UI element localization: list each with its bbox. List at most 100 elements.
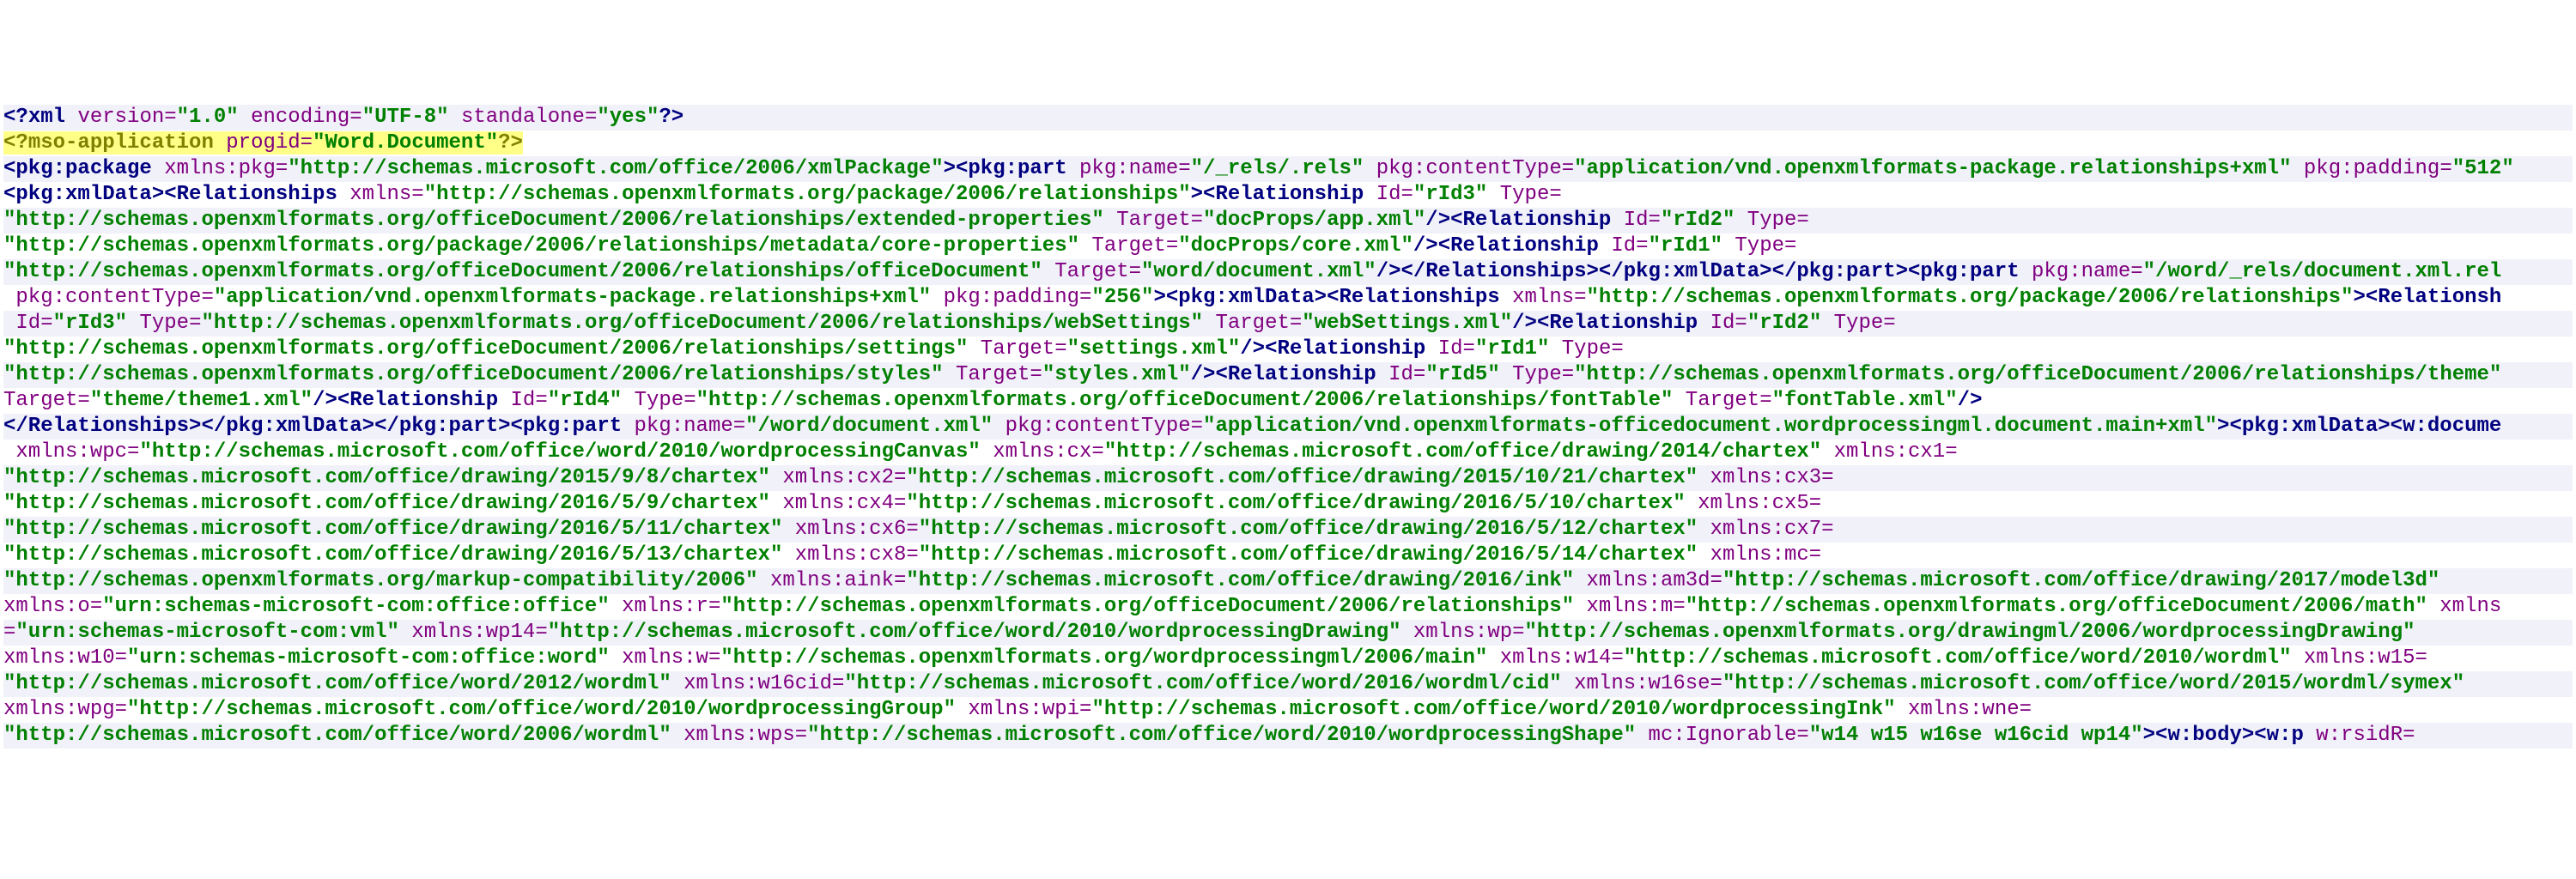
tok-21-1: "http://schemas.microsoft.com/office/wor…: [127, 698, 956, 721]
tok-14-3: "http://schemas.microsoft.com/office/dra…: [919, 518, 1698, 541]
tok-5-8: xmlns=: [1512, 286, 1586, 309]
tok-9-5: "rId4": [548, 389, 622, 412]
tok-6-1: Id=: [15, 312, 52, 335]
tok-22-7: ><w:body><w:p: [2143, 724, 2304, 747]
tok-2-6: Id=: [1624, 209, 1661, 232]
tok-10-7: ><pkg:xmlData><w:docume: [2217, 415, 2501, 438]
xml-line: "http://schemas.microsoft.com/office/wor…: [3, 723, 2573, 749]
tok-9-12: />: [1958, 389, 1983, 412]
tok-0-10: "application/vnd.openxmlformats-package.…: [1574, 157, 2291, 180]
tok-7-9: Type=: [1562, 337, 1624, 361]
tok-12-3: "http://schemas.microsoft.com/office/dra…: [906, 466, 1698, 489]
tok-15-3: "http://schemas.microsoft.com/office/dra…: [919, 543, 1698, 567]
tok-16-5: xmlns:am3d=: [1587, 569, 1722, 592]
tok-9-4: Id=: [511, 389, 548, 412]
tok-12-0: "http://schemas.microsoft.com/office/dra…: [3, 466, 770, 489]
xml-line: "http://schemas.openxmlformats.org/offic…: [3, 208, 2573, 233]
tok-6-4: Type=: [139, 312, 201, 335]
tok-13-5: xmlns:cx5=: [1698, 492, 1821, 515]
xml-line: "http://schemas.microsoft.com/office/dra…: [3, 491, 2573, 517]
tok-5-2: "application/vnd.openxmlformats-package.…: [214, 286, 931, 309]
xml-line: xmlns:wpc="http://schemas.microsoft.com/…: [3, 440, 2573, 465]
attr-name-1: encoding=: [251, 106, 362, 129]
tok-11-2: "http://schemas.microsoft.com/office/wor…: [139, 440, 980, 464]
tok-11-5: "http://schemas.microsoft.com/office/dra…: [1104, 440, 1821, 464]
tok-5-4: pkg:padding=: [944, 286, 1092, 309]
tok-12-5: xmlns:cx3=: [1710, 466, 1834, 489]
tok-7-4: /><Relationship: [1240, 337, 1425, 361]
tok-21-3: xmlns:wpi=: [968, 698, 1091, 721]
tok-19-6: xmlns:w14=: [1500, 646, 1624, 670]
tok-0-0: <pkg:package: [3, 157, 152, 180]
tok-6-2: "rId3": [53, 312, 127, 335]
tok-17-7: "http://schemas.openxmlformats.org/offic…: [1686, 595, 2427, 618]
tok-8-3: "styles.xml": [1042, 363, 1191, 386]
tok-3-3: "docProps/core.xml": [1178, 234, 1413, 258]
tok-9-7: Type=: [635, 389, 696, 412]
tok-8-4: /><Relationship: [1191, 363, 1376, 386]
tok-7-2: Target=: [981, 337, 1067, 361]
tok-14-5: xmlns:cx7=: [1710, 518, 1834, 541]
tok-17-9: xmlns: [2439, 595, 2501, 618]
attr-val-0: "1.0": [177, 106, 239, 129]
tok-5-9: "http://schemas.openxmlformats.org/packa…: [1587, 286, 2354, 309]
tok-0-2: xmlns:pkg=: [164, 157, 288, 180]
tok-7-6: Id=: [1438, 337, 1475, 361]
tok-6-8: "webSettings.xml": [1302, 312, 1512, 335]
tok-6-5: "http://schemas.openxmlformats.org/offic…: [201, 312, 1203, 335]
xml-source-view[interactable]: <?xml version="1.0" encoding="UTF-8" sta…: [3, 105, 2573, 749]
tok-8-7: "rId5": [1425, 363, 1499, 386]
tok-0-13: "512": [2452, 157, 2514, 180]
tok-3-2: Target=: [1091, 234, 1178, 258]
xml-line: <pkg:package xmlns:pkg="http://schemas.m…: [3, 156, 2573, 182]
tok-11-1: xmlns:wpc=: [15, 440, 139, 464]
tok-19-7: "http://schemas.microsoft.com/office/wor…: [1624, 646, 2292, 670]
xml-line: pkg:contentType="application/vnd.openxml…: [3, 285, 2573, 311]
tok-16-2: xmlns:aink=: [770, 569, 906, 592]
tok-1-6: Id=: [1376, 183, 1413, 206]
xml-declaration-line: <?xml version="1.0" encoding="UTF-8" sta…: [3, 105, 2573, 130]
tok-22-6: "w14 w15 w16se w16cid wp14": [1809, 724, 2143, 747]
tok-12-2: xmlns:cx2=: [782, 466, 906, 489]
tok-1-7: "rId3": [1413, 183, 1487, 206]
tok-10-2: pkg:name=: [635, 415, 746, 438]
tok-5-10: ><Relationsh: [2353, 286, 2501, 309]
tok-22-2: xmlns:wps=: [683, 724, 807, 747]
tok-20-6: "http://schemas.microsoft.com/office/wor…: [1722, 672, 2464, 695]
tok-2-3: "docProps/app.xml": [1203, 209, 1425, 232]
xml-line: "http://schemas.microsoft.com/office/dra…: [3, 543, 2573, 568]
tok-14-0: "http://schemas.microsoft.com/office/dra…: [3, 518, 782, 541]
tok-7-3: "settings.xml": [1067, 337, 1241, 361]
xml-line: "http://schemas.microsoft.com/office/dra…: [3, 465, 2573, 491]
tok-9-10: Target=: [1686, 389, 1772, 412]
tok-10-5: pkg:contentType=: [1005, 415, 1203, 438]
pi-open: <?: [3, 106, 28, 129]
tok-7-0: "http://schemas.openxmlformats.org/offic…: [3, 337, 968, 361]
attr-val-2: "yes": [597, 106, 659, 129]
tok-18-1: "urn:schemas-microsoft-com:vml": [15, 621, 398, 644]
tok-0-6: pkg:name=: [1079, 157, 1191, 180]
xml-line: Id="rId3" Type="http://schemas.openxmlfo…: [3, 311, 2573, 336]
tok-10-6: "application/vnd.openxmlformats-officedo…: [1203, 415, 2217, 438]
tok-15-5: xmlns:mc=: [1710, 543, 1822, 567]
tok-10-0: </Relationships></pkg:xmlData></pkg:part…: [3, 415, 622, 438]
tok-2-2: Target=: [1116, 209, 1203, 232]
xml-line: "http://schemas.openxmlformats.org/offic…: [3, 259, 2573, 285]
tok-11-4: xmlns:cx=: [993, 440, 1104, 464]
tok-15-0: "http://schemas.microsoft.com/office/dra…: [3, 543, 782, 567]
tok-1-3: "http://schemas.openxmlformats.org/packa…: [424, 183, 1191, 206]
xml-line: "http://schemas.openxmlformats.org/packa…: [3, 233, 2573, 259]
tok-21-4: "http://schemas.microsoft.com/office/wor…: [1091, 698, 1895, 721]
tok-22-3: "http://schemas.microsoft.com/office/wor…: [807, 724, 1636, 747]
tok-0-3: "http://schemas.microsoft.com/office/200…: [288, 157, 943, 180]
tok-5-5: "256": [1091, 286, 1153, 309]
attr-name-2: standalone=: [461, 106, 597, 129]
tok-5-6: ><pkg:xmlData><Relationships: [1153, 286, 1499, 309]
tok-2-7: "rId2": [1661, 209, 1735, 232]
tok-9-1: "theme/theme1.xml": [90, 389, 313, 412]
tok-8-10: "http://schemas.openxmlformats.org/offic…: [1574, 363, 2501, 386]
xml-line: "http://schemas.microsoft.com/office/dra…: [3, 517, 2573, 543]
tok-9-11: "fontTable.xml": [1772, 389, 1958, 412]
tok-18-6: xmlns:wp=: [1413, 621, 1525, 644]
tok-22-5: mc:Ignorable=: [1649, 724, 1809, 747]
